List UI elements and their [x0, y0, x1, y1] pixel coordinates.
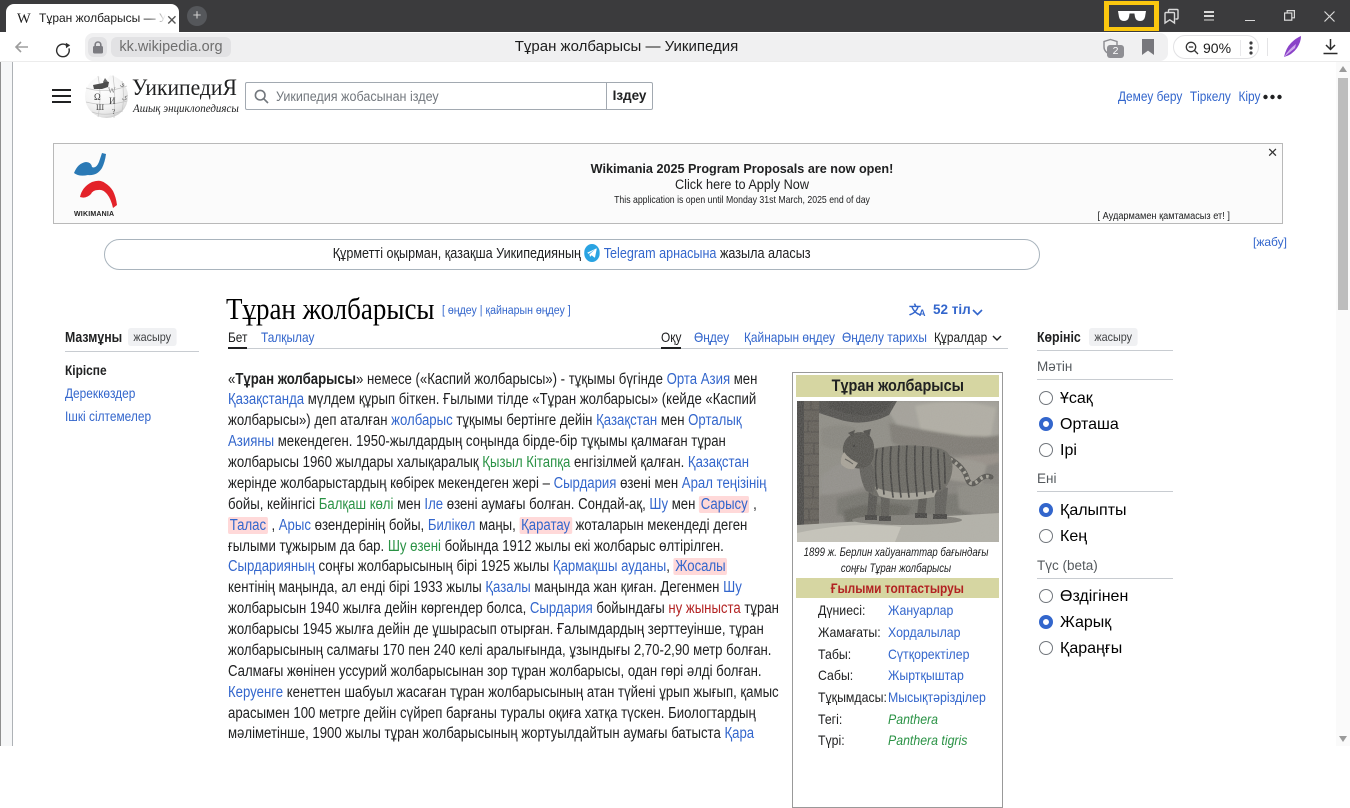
svg-text:A: A [919, 308, 926, 317]
svg-text:Ω: Ω [94, 92, 101, 102]
svg-text:WIKIMANIA: WIKIMANIA [74, 211, 114, 218]
svg-text:ى: ى [120, 82, 125, 88]
svg-text:Ш: Ш [96, 103, 104, 112]
svg-text:?: ? [112, 108, 115, 116]
svg-text:И: И [109, 96, 116, 106]
svg-text:W: W [108, 86, 116, 95]
svg-text:W: W [17, 11, 31, 26]
svg-text:ک: ک [122, 95, 128, 102]
